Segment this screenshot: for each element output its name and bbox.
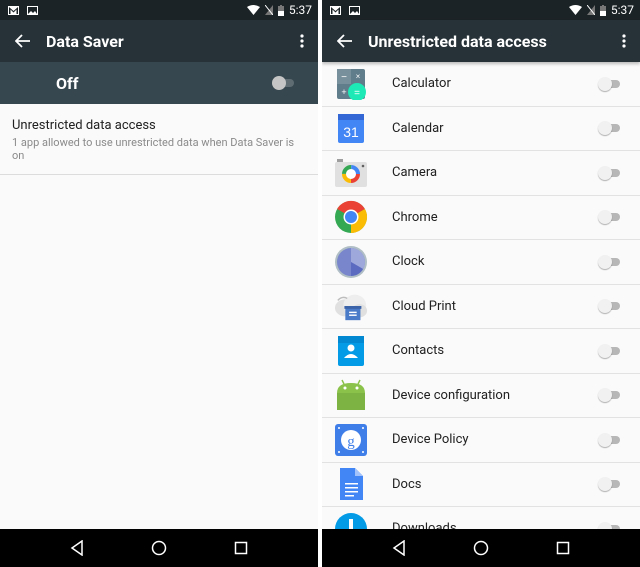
chrome-icon	[334, 200, 368, 234]
home-circle-icon	[151, 540, 167, 556]
docs-icon	[334, 467, 368, 501]
device-policy-icon: g	[334, 423, 368, 457]
svg-text:g: g	[347, 434, 355, 450]
clock-icon	[334, 245, 368, 279]
app-name: Camera	[392, 165, 438, 181]
page-title: Data Saver	[46, 31, 124, 51]
app-row-clock[interactable]: Clock	[322, 240, 640, 285]
app-row-calendar[interactable]: 31 Calendar	[322, 107, 640, 151]
app-row-chrome[interactable]: Chrome	[322, 196, 640, 240]
calculator-icon: − × + =	[334, 67, 368, 101]
preference-title: Unrestricted data access	[12, 118, 156, 133]
app-toggle[interactable]	[598, 432, 622, 447]
data-saver-master-switch[interactable]: Off	[0, 62, 318, 104]
svg-text:+: +	[341, 87, 346, 97]
contacts-icon	[334, 334, 368, 368]
app-bar: Data Saver	[0, 20, 318, 62]
data-saver-toggle[interactable]	[272, 76, 296, 90]
app-row-docs[interactable]: Docs	[322, 463, 640, 507]
back-button[interactable]	[322, 20, 368, 62]
app-bar: Unrestricted data access	[322, 20, 640, 62]
more-options-button[interactable]	[286, 20, 318, 62]
back-triangle-icon	[70, 540, 83, 556]
app-row-calculator[interactable]: − × + = Calculator	[322, 62, 640, 107]
recents-square-icon	[234, 541, 248, 555]
svg-text:×: ×	[356, 72, 361, 81]
app-toggle[interactable]	[598, 165, 622, 180]
app-row-device-configuration[interactable]: Device configuration	[322, 374, 640, 418]
app-row-device-policy[interactable]: g Device Policy	[322, 418, 640, 463]
app-name: Chrome	[392, 209, 438, 225]
status-bar: 5:37	[0, 0, 318, 20]
app-name: Device configuration	[392, 387, 511, 403]
cloud-print-icon	[334, 289, 368, 323]
app-name: Cloud Print	[392, 298, 456, 314]
app-toggle[interactable]	[598, 210, 622, 225]
photo-icon	[349, 5, 360, 15]
status-bar: 5:37	[322, 0, 640, 20]
app-toggle[interactable]	[598, 254, 622, 269]
preference-summary: 1 app allowed to use unrestricted data w…	[12, 136, 295, 162]
unrestricted-data-access-preference[interactable]: Unrestricted data access 1 app allowed t…	[0, 104, 318, 175]
app-toggle[interactable]	[598, 121, 622, 136]
app-toggle[interactable]	[598, 343, 622, 358]
app-list: − × + = Calculator 31 Calendar Camera Chrom…	[322, 62, 640, 552]
android-icon	[334, 378, 368, 412]
arrow-back-icon	[337, 34, 352, 48]
app-row-cloud-print[interactable]: Cloud Print	[322, 285, 640, 329]
data-saver-screen: 5:37 Data Saver Off Unrestricted data ac…	[0, 0, 318, 567]
back-button[interactable]	[0, 20, 46, 62]
nav-home-button[interactable]	[147, 536, 171, 560]
nav-recents-button[interactable]	[551, 536, 575, 560]
battery-icon	[277, 4, 284, 16]
app-name: Calculator	[392, 76, 451, 92]
app-row-contacts[interactable]: Contacts	[322, 329, 640, 374]
app-name: Docs	[392, 476, 422, 492]
app-name: Clock	[392, 254, 425, 270]
more-options-button[interactable]	[608, 20, 640, 62]
unrestricted-data-access-screen: 5:37 Unrestricted data access − × + = Calcu…	[322, 0, 640, 567]
page-title: Unrestricted data access	[368, 31, 547, 51]
recents-square-icon	[556, 541, 570, 555]
photo-icon	[27, 5, 38, 15]
navigation-bar	[0, 529, 318, 567]
nav-recents-button[interactable]	[229, 536, 253, 560]
app-name: Contacts	[392, 343, 445, 359]
no-sim-icon	[586, 5, 595, 15]
svg-text:−: −	[341, 72, 347, 83]
back-triangle-icon	[392, 540, 405, 556]
gmail-icon	[330, 5, 341, 15]
nav-back-button[interactable]	[65, 536, 89, 560]
svg-text:=: =	[354, 88, 360, 99]
home-circle-icon	[473, 540, 489, 556]
app-toggle[interactable]	[598, 76, 622, 91]
app-toggle[interactable]	[598, 388, 622, 403]
more-vert-icon	[622, 34, 626, 48]
app-row-camera[interactable]: Camera	[322, 151, 640, 196]
app-name: Device Policy	[392, 432, 469, 448]
clock-time: 5:37	[610, 3, 634, 17]
gmail-icon	[8, 5, 19, 15]
app-toggle[interactable]	[598, 299, 622, 314]
nav-home-button[interactable]	[469, 536, 493, 560]
navigation-bar	[322, 529, 640, 567]
wifi-icon	[568, 5, 582, 15]
more-vert-icon	[300, 34, 304, 48]
camera-icon	[334, 156, 368, 190]
no-sim-icon	[264, 5, 273, 15]
clock-time: 5:37	[288, 3, 312, 17]
app-toggle[interactable]	[598, 477, 622, 492]
wifi-icon	[246, 5, 260, 15]
battery-icon	[599, 4, 606, 16]
app-name: Calendar	[392, 120, 444, 136]
svg-text:31: 31	[343, 124, 359, 140]
nav-back-button[interactable]	[387, 536, 411, 560]
arrow-back-icon	[15, 34, 30, 48]
master-switch-label: Off	[56, 73, 79, 93]
calendar-icon: 31	[334, 111, 368, 145]
